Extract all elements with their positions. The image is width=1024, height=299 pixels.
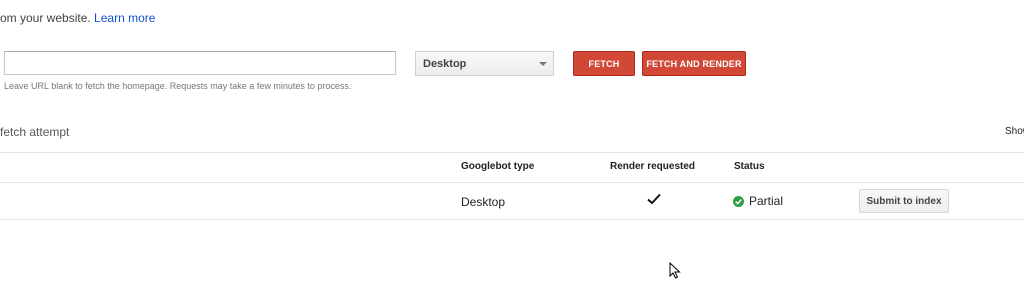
learn-more-link[interactable]: Learn more (94, 11, 155, 25)
status-cell: Partial (733, 194, 783, 208)
column-header-googlebot-type: Googlebot type (461, 161, 535, 172)
select-value: Desktop (423, 57, 467, 70)
url-input[interactable] (4, 51, 396, 75)
fetch-and-render-button[interactable]: FETCH AND RENDER (642, 51, 746, 76)
column-header-render-requested: Render requested (610, 161, 696, 172)
check-circle-icon (733, 195, 744, 207)
header-divider (0, 182, 1024, 183)
intro-text: om your website. Learn more (0, 11, 155, 25)
checkmark-icon (647, 193, 661, 205)
status-text: Partial (749, 194, 784, 208)
table-top-divider (0, 152, 1024, 153)
table-bottom-divider (0, 219, 1024, 220)
column-header-status: Status (734, 161, 765, 172)
intro-description: om your website. (0, 11, 91, 25)
chevron-down-icon (539, 62, 547, 66)
url-hint: Leave URL blank to fetch the homepage. R… (4, 81, 352, 91)
googlebot-type-select[interactable]: Desktop (415, 51, 554, 76)
googlebot-type-cell: Desktop (461, 195, 506, 209)
mouse-pointer-icon (669, 262, 681, 279)
fetch-button[interactable]: FETCH (573, 51, 635, 76)
show-dropdown[interactable]: Show (1005, 126, 1024, 137)
section-title: fetch attempt (0, 125, 70, 139)
submit-to-index-button[interactable]: Submit to index (859, 189, 949, 213)
